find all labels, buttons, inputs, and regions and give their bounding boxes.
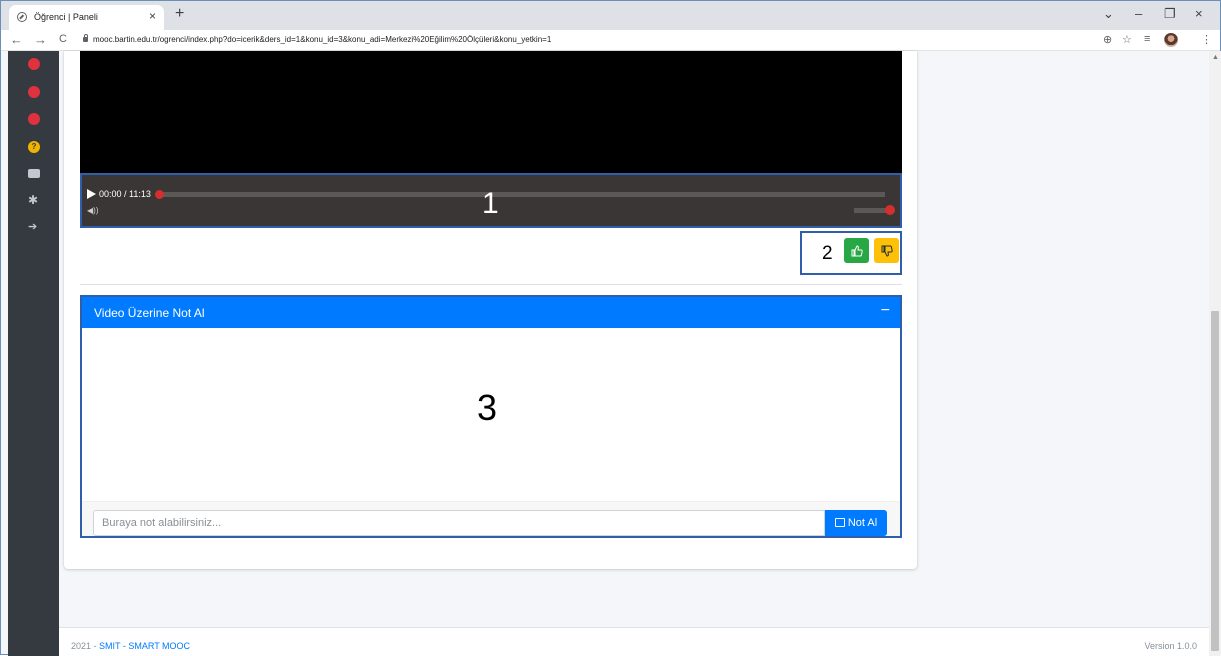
error-icon[interactable]	[28, 86, 40, 98]
video-controls: 00:00 / 11:13 ◀)) 1	[80, 173, 902, 228]
reload-button[interactable]: C	[59, 33, 67, 45]
dislike-button[interactable]	[874, 238, 899, 263]
footer-year: 2021 -	[71, 641, 97, 651]
note-input[interactable]	[93, 510, 825, 536]
app-sidebar: ? ✱ ➔	[8, 51, 59, 656]
footer-copyright: 2021 - SMIT - SMART MOOC	[71, 641, 190, 651]
note-card-header: Video Üzerine Not Al −	[82, 297, 900, 328]
browser-toolbar: ← → C mooc.bartin.edu.tr/ogrenci/index.p…	[1, 30, 1220, 51]
rating-box: 2	[800, 231, 902, 275]
annotation-label-1: 1	[482, 187, 499, 220]
footer-link[interactable]: SMIT - SMART MOOC	[99, 641, 190, 651]
tab-close-icon[interactable]: ×	[149, 9, 156, 23]
note-card: Video Üzerine Not Al − 3 Not Al	[80, 295, 902, 538]
tab-search-icon[interactable]: ⌄	[1103, 6, 1114, 22]
thumbs-up-icon	[851, 245, 863, 257]
divider	[80, 284, 902, 285]
scroll-up-icon[interactable]: ▲	[1212, 54, 1219, 61]
bug-icon[interactable]: ✱	[28, 194, 40, 206]
address-bar[interactable]: mooc.bartin.edu.tr/ogrenci/index.php?do=…	[83, 31, 1083, 49]
url-text: mooc.bartin.edu.tr/ogrenci/index.php?do=…	[93, 35, 552, 44]
play-icon[interactable]	[87, 189, 96, 199]
thumbs-down-icon	[881, 245, 893, 257]
volume-handle[interactable]	[885, 205, 895, 215]
note-card-footer: Not Al	[82, 501, 900, 536]
browser-menu-icon[interactable]: ⋮	[1201, 33, 1212, 46]
close-window-button[interactable]: ×	[1195, 6, 1203, 21]
sign-out-icon[interactable]: ➔	[28, 221, 40, 233]
seek-handle[interactable]	[155, 190, 164, 199]
browser-window: Öğrenci | Paneli × + ⌄ – ❐ × ← → C mooc.…	[0, 0, 1221, 656]
edit-icon	[834, 517, 845, 527]
take-note-button[interactable]: Not Al	[825, 510, 887, 536]
lock-icon	[83, 34, 88, 43]
volume-slider[interactable]	[854, 208, 888, 213]
annotation-label-2: 2	[822, 243, 833, 264]
page-footer: 2021 - SMIT - SMART MOOC Version 1.0.0	[59, 627, 1209, 656]
new-tab-button[interactable]: +	[175, 5, 184, 23]
id-card-icon[interactable]	[28, 169, 40, 178]
tab-bar: Öğrenci | Paneli × + ⌄ – ❐ ×	[1, 1, 1220, 30]
scroll-thumb[interactable]	[1211, 311, 1219, 651]
forward-button[interactable]: →	[34, 32, 47, 47]
seek-bar[interactable]	[160, 192, 885, 197]
collapse-icon[interactable]: −	[881, 302, 890, 320]
content-card: 00:00 / 11:13 ◀)) 1 2 Video Üzerine Not …	[64, 51, 917, 569]
like-button[interactable]	[844, 238, 869, 263]
browser-tab[interactable]: Öğrenci | Paneli ×	[9, 5, 164, 30]
bookmark-star-icon[interactable]: ☆	[1122, 33, 1132, 46]
tab-title: Öğrenci | Paneli	[34, 12, 98, 22]
minimize-button[interactable]: –	[1135, 6, 1142, 21]
video-time: 00:00 / 11:13	[99, 189, 151, 199]
question-icon[interactable]: ?	[28, 141, 40, 153]
maximize-button[interactable]: ❐	[1164, 6, 1176, 22]
error-icon[interactable]	[28, 113, 40, 125]
site-favicon-icon	[17, 12, 27, 22]
annotation-label-3: 3	[477, 387, 498, 428]
profile-avatar[interactable]	[1164, 33, 1178, 47]
note-card-title: Video Üzerine Not Al	[94, 306, 205, 320]
volume-icon[interactable]: ◀))	[87, 206, 98, 215]
back-button[interactable]: ←	[10, 32, 23, 47]
zoom-icon[interactable]: ⊕	[1103, 33, 1112, 46]
version-label: Version 1.0.0	[1144, 641, 1197, 651]
reading-list-icon[interactable]: ≡	[1144, 33, 1150, 45]
error-icon[interactable]	[28, 58, 40, 70]
page-scrollbar[interactable]: ▲	[1209, 51, 1221, 656]
take-note-label: Not Al	[847, 517, 878, 529]
